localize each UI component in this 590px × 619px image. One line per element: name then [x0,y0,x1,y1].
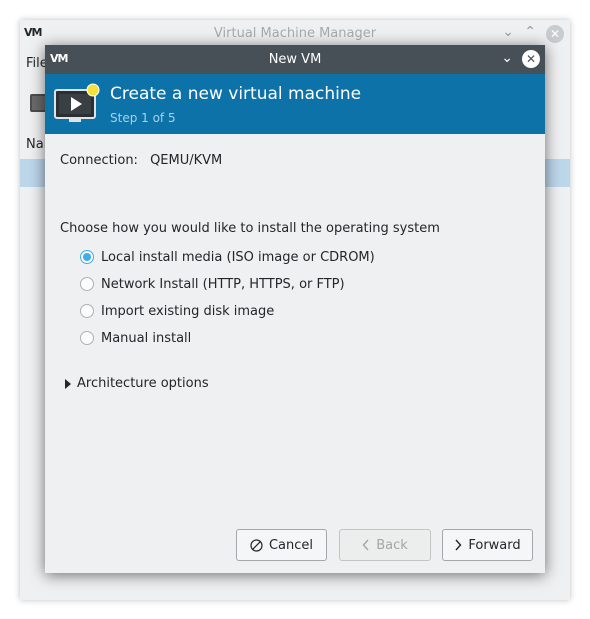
parent-window-title: Virtual Machine Manager [213,26,377,41]
forward-button[interactable]: Forward [442,529,533,561]
radio-import-disk[interactable]: Import existing disk image [80,301,274,321]
new-vm-dialog: VM New VM ⌄ ✕ Create a new virtual machi… [45,45,545,573]
radio-unchecked-icon[interactable] [80,304,94,318]
radio-label: Local install media (ISO image or CDROM) [101,249,375,265]
parent-titlebar: VM Virtual Machine Manager ⌄ ⌃ ✕ [20,20,570,48]
radio-label: Network Install (HTTP, HTTPS, or FTP) [101,276,345,292]
radio-unchecked-icon[interactable] [80,331,94,345]
back-button[interactable]: Back [339,529,431,561]
install-method-label: Choose how you would like to install the… [60,221,440,236]
radio-checked-icon[interactable] [80,250,94,264]
parent-close-icon[interactable]: ✕ [546,25,564,43]
connection-label: Connection: [60,153,138,168]
dialog-title: New VM [268,52,322,67]
dialog-titlebar: VM New VM ⌄ ✕ [45,45,545,74]
wizard-banner: Create a new virtual machine Step 1 of 5 [45,74,545,134]
cancel-label: Cancel [268,537,314,553]
radio-local-install[interactable]: Local install media (ISO image or CDROM) [80,247,375,267]
close-icon[interactable]: ✕ [522,50,540,68]
triangle-right-icon[interactable] [65,378,71,389]
chevron-up-icon[interactable]: ⌃ [524,24,536,40]
radio-unchecked-icon[interactable] [80,277,94,291]
chevron-down-icon[interactable]: ⌄ [501,50,513,66]
architecture-options-label: Architecture options [77,376,209,391]
forward-label: Forward [468,537,521,553]
cancel-button[interactable]: Cancel [236,529,327,561]
architecture-options-expander[interactable]: Architecture options [65,376,209,391]
connection-value: QEMU/KVM [150,153,223,168]
chevron-left-icon [362,539,369,551]
chevron-right-icon [455,539,462,551]
new-vm-monitor-icon [54,83,100,122]
banner-title: Create a new virtual machine [110,84,362,104]
back-label: Back [376,537,408,553]
cancel-icon [250,538,263,552]
radio-network-install[interactable]: Network Install (HTTP, HTTPS, or FTP) [80,274,345,294]
radio-manual-install[interactable]: Manual install [80,328,191,348]
radio-label: Import existing disk image [101,303,275,319]
banner-step: Step 1 of 5 [110,111,176,125]
chevron-down-icon[interactable]: ⌄ [502,24,514,40]
radio-label: Manual install [101,330,192,346]
connection-info: Connection: QEMU/KVM [60,153,222,168]
